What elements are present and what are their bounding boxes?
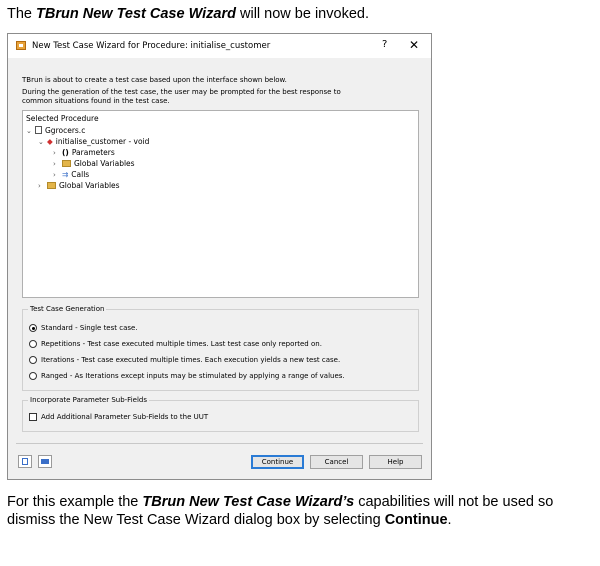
procedure-tree[interactable]: Selected Procedure ⌄ Ggrocers.c ⌄ ◆ initial… [22, 110, 419, 298]
tree-item-file-label: Ggrocers.c [45, 126, 86, 135]
intro-suffix: will now be invoked. [235, 6, 369, 22]
tree-item-calls-label: Calls [71, 170, 90, 179]
outro-wizard-name: TBrun New Test Case Wizard’s [142, 494, 355, 510]
chevron-down-icon[interactable]: ⌄ [38, 137, 47, 148]
tree-header: Selected Procedure [26, 114, 99, 123]
button-separator [16, 443, 423, 444]
parameters-icon: () [62, 148, 69, 157]
continue-button[interactable]: Continue [251, 455, 304, 469]
parameter-subfields-group: Incorporate Parameter Sub-Fields Add Add… [22, 396, 419, 432]
radio-label: Iterations - Test case executed multiple… [41, 356, 341, 364]
radio-button[interactable] [29, 372, 37, 380]
radio-option-repetitions[interactable]: Repetitions - Test case executed multipl… [29, 340, 322, 348]
window-view-button[interactable] [38, 455, 52, 468]
folder-icon [62, 160, 71, 167]
intro-wizard-name: TBrun New Test Case Wizard [36, 6, 236, 22]
tree-item-procedure[interactable]: ⌄ ◆ initialise_customer - void [38, 136, 149, 147]
chevron-down-icon[interactable]: ⌄ [26, 126, 35, 137]
checkbox-label: Add Additional Parameter Sub-Fields to t… [41, 413, 209, 421]
window-icon [41, 459, 49, 464]
intro-paragraph: The TBrun New Test Case Wizard will now … [7, 5, 369, 23]
dialog-title: New Test Case Wizard for Procedure: init… [32, 41, 271, 51]
radio-label: Ranged - As Iterations except inputs may… [41, 372, 345, 380]
tree-item-proc-globals-label: Global Variables [74, 159, 135, 168]
radio-button[interactable] [29, 356, 37, 364]
tree-item-globals-label: Global Variables [59, 181, 120, 190]
add-subfields-option[interactable]: Add Additional Parameter Sub-Fields to t… [29, 413, 208, 421]
dialog-description-detail: During the generation of the test case, … [22, 88, 341, 105]
cancel-button[interactable]: Cancel [310, 455, 363, 469]
radio-option-ranged[interactable]: Ranged - As Iterations except inputs may… [29, 372, 345, 380]
new-test-case-wizard-dialog: New Test Case Wizard for Procedure: init… [7, 33, 432, 480]
file-icon [35, 126, 42, 134]
outro-paragraph: For this example the TBrun New Test Case… [7, 493, 595, 529]
radio-button[interactable] [29, 324, 37, 332]
tree-item-procedure-label: initialise_customer - void [55, 137, 150, 146]
procedure-icon: ◆ [47, 137, 53, 146]
add-subfields-checkbox[interactable] [29, 413, 37, 421]
radio-label: Standard - Single test case. [41, 324, 138, 332]
close-icon[interactable]: ✕ [409, 38, 419, 52]
radio-option-standard[interactable]: Standard - Single test case. [29, 324, 138, 332]
tree-item-calls[interactable]: › ⇉ Calls [53, 169, 89, 180]
intro-prefix: The [7, 6, 37, 22]
dialog-titlebar: New Test Case Wizard for Procedure: init… [8, 34, 431, 58]
titlebar-help-button[interactable]: ? [382, 39, 387, 50]
help-button[interactable]: Help [369, 455, 422, 469]
dialog-description: TBrun is about to create a test case bas… [22, 76, 287, 84]
folder-icon [47, 182, 56, 189]
outro-continue-emphasis: Continue [384, 512, 448, 528]
radio-label: Repetitions - Test case executed multipl… [41, 340, 322, 348]
test-case-generation-label: Test Case Generation [28, 305, 107, 313]
parameter-subfields-label: Incorporate Parameter Sub-Fields [28, 396, 149, 404]
radio-option-iterations[interactable]: Iterations - Test case executed multiple… [29, 356, 340, 364]
test-case-generation-group: Test Case Generation Standard - Single t… [22, 305, 419, 391]
tree-item-proc-globals[interactable]: › Global Variables [53, 158, 135, 169]
outro-part1: For this example the [7, 494, 143, 510]
tree-item-parameters[interactable]: ›() Parameters [53, 147, 115, 158]
tree-item-globals[interactable]: › Global Variables [38, 180, 120, 191]
app-icon [16, 41, 26, 50]
outro-part3: . [447, 512, 452, 528]
radio-button[interactable] [29, 340, 37, 348]
tree-item-file[interactable]: ⌄ Ggrocers.c [26, 125, 85, 136]
new-document-button[interactable] [18, 455, 32, 468]
tree-item-parameters-label: Parameters [71, 148, 115, 157]
chevron-right-icon[interactable]: › [38, 181, 47, 192]
document-icon [22, 458, 28, 465]
calls-icon: ⇉ [62, 170, 69, 179]
